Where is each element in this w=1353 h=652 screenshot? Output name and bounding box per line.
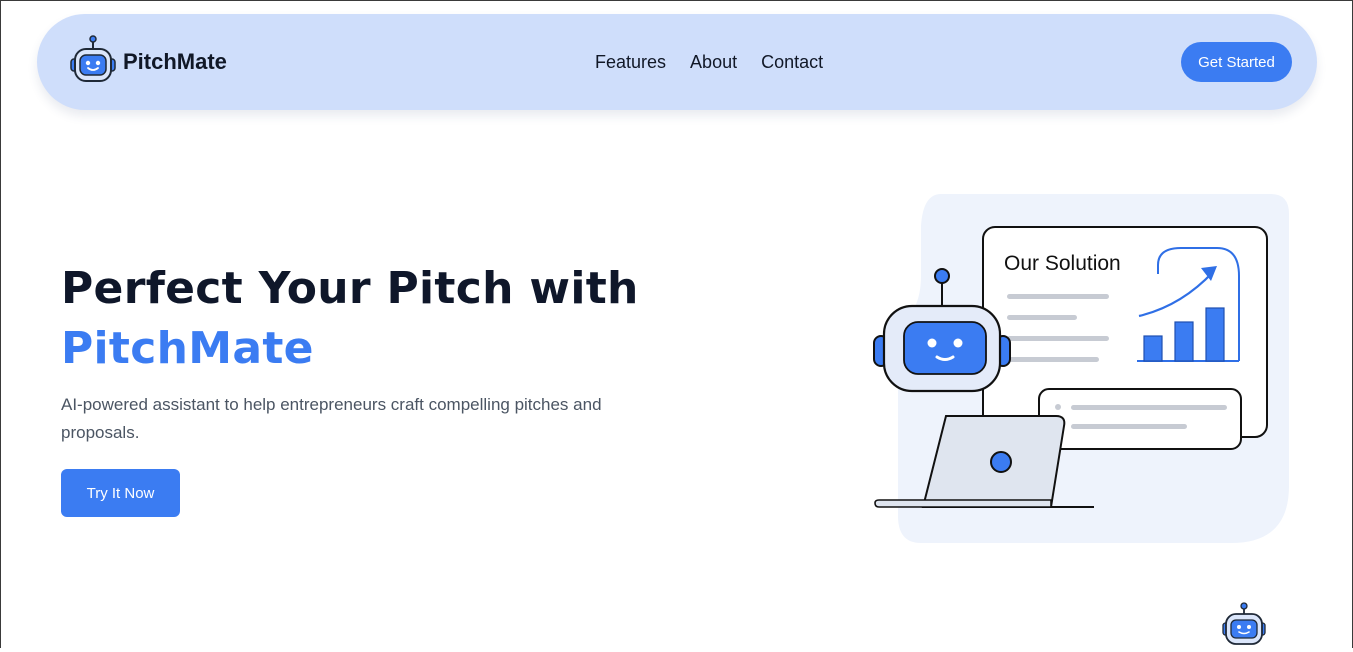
text-line [1071, 424, 1187, 429]
laptop-logo [990, 451, 1012, 473]
text-line [1007, 336, 1109, 341]
text-line [1071, 405, 1227, 410]
hero-subtitle: AI-powered assistant to help entrepreneu… [61, 395, 602, 442]
hero-title-accent: PitchMate [61, 323, 314, 374]
floating-chat-button[interactable] [1220, 601, 1268, 649]
text-line [1007, 357, 1099, 362]
robot-eye [953, 338, 963, 348]
laptop-base [874, 499, 1052, 508]
hero-title-line: Perfect Your Pitch with [61, 263, 639, 314]
bullet-dot [1055, 404, 1061, 410]
nav-link-contact[interactable]: Contact [761, 52, 823, 73]
navbar: PitchMate Features About Contact Get Sta… [37, 14, 1317, 110]
text-line [1007, 294, 1109, 299]
nav-links: Features About Contact [595, 52, 847, 73]
brand-name: PitchMate [123, 49, 227, 74]
comment-card [1038, 388, 1242, 450]
robot-face [903, 321, 987, 375]
robot-eye [927, 338, 937, 348]
nav-link-features[interactable]: Features [595, 52, 666, 73]
chart-bar [1205, 307, 1225, 362]
nav-link-about[interactable]: About [690, 52, 737, 73]
card-title: Our Solution [1004, 252, 1121, 275]
text-line [1007, 315, 1077, 320]
hero-illustration: Our Solution [871, 186, 1291, 548]
robot-antenna-tip [934, 268, 950, 284]
chart-bar [1143, 335, 1163, 362]
illustration-svg: Our Solution [873, 194, 1289, 543]
brand[interactable]: PitchMate [67, 34, 227, 86]
try-it-now-button[interactable]: Try It Now [61, 469, 180, 517]
robot-icon [1222, 602, 1266, 645]
chart-bar [1174, 321, 1194, 362]
page: PitchMate Features About Contact Get Sta… [0, 0, 1353, 648]
get-started-button[interactable]: Get Started [1181, 42, 1292, 82]
robot-icon [70, 35, 116, 82]
hero-title: Perfect Your Pitch with PitchMate [61, 259, 639, 379]
